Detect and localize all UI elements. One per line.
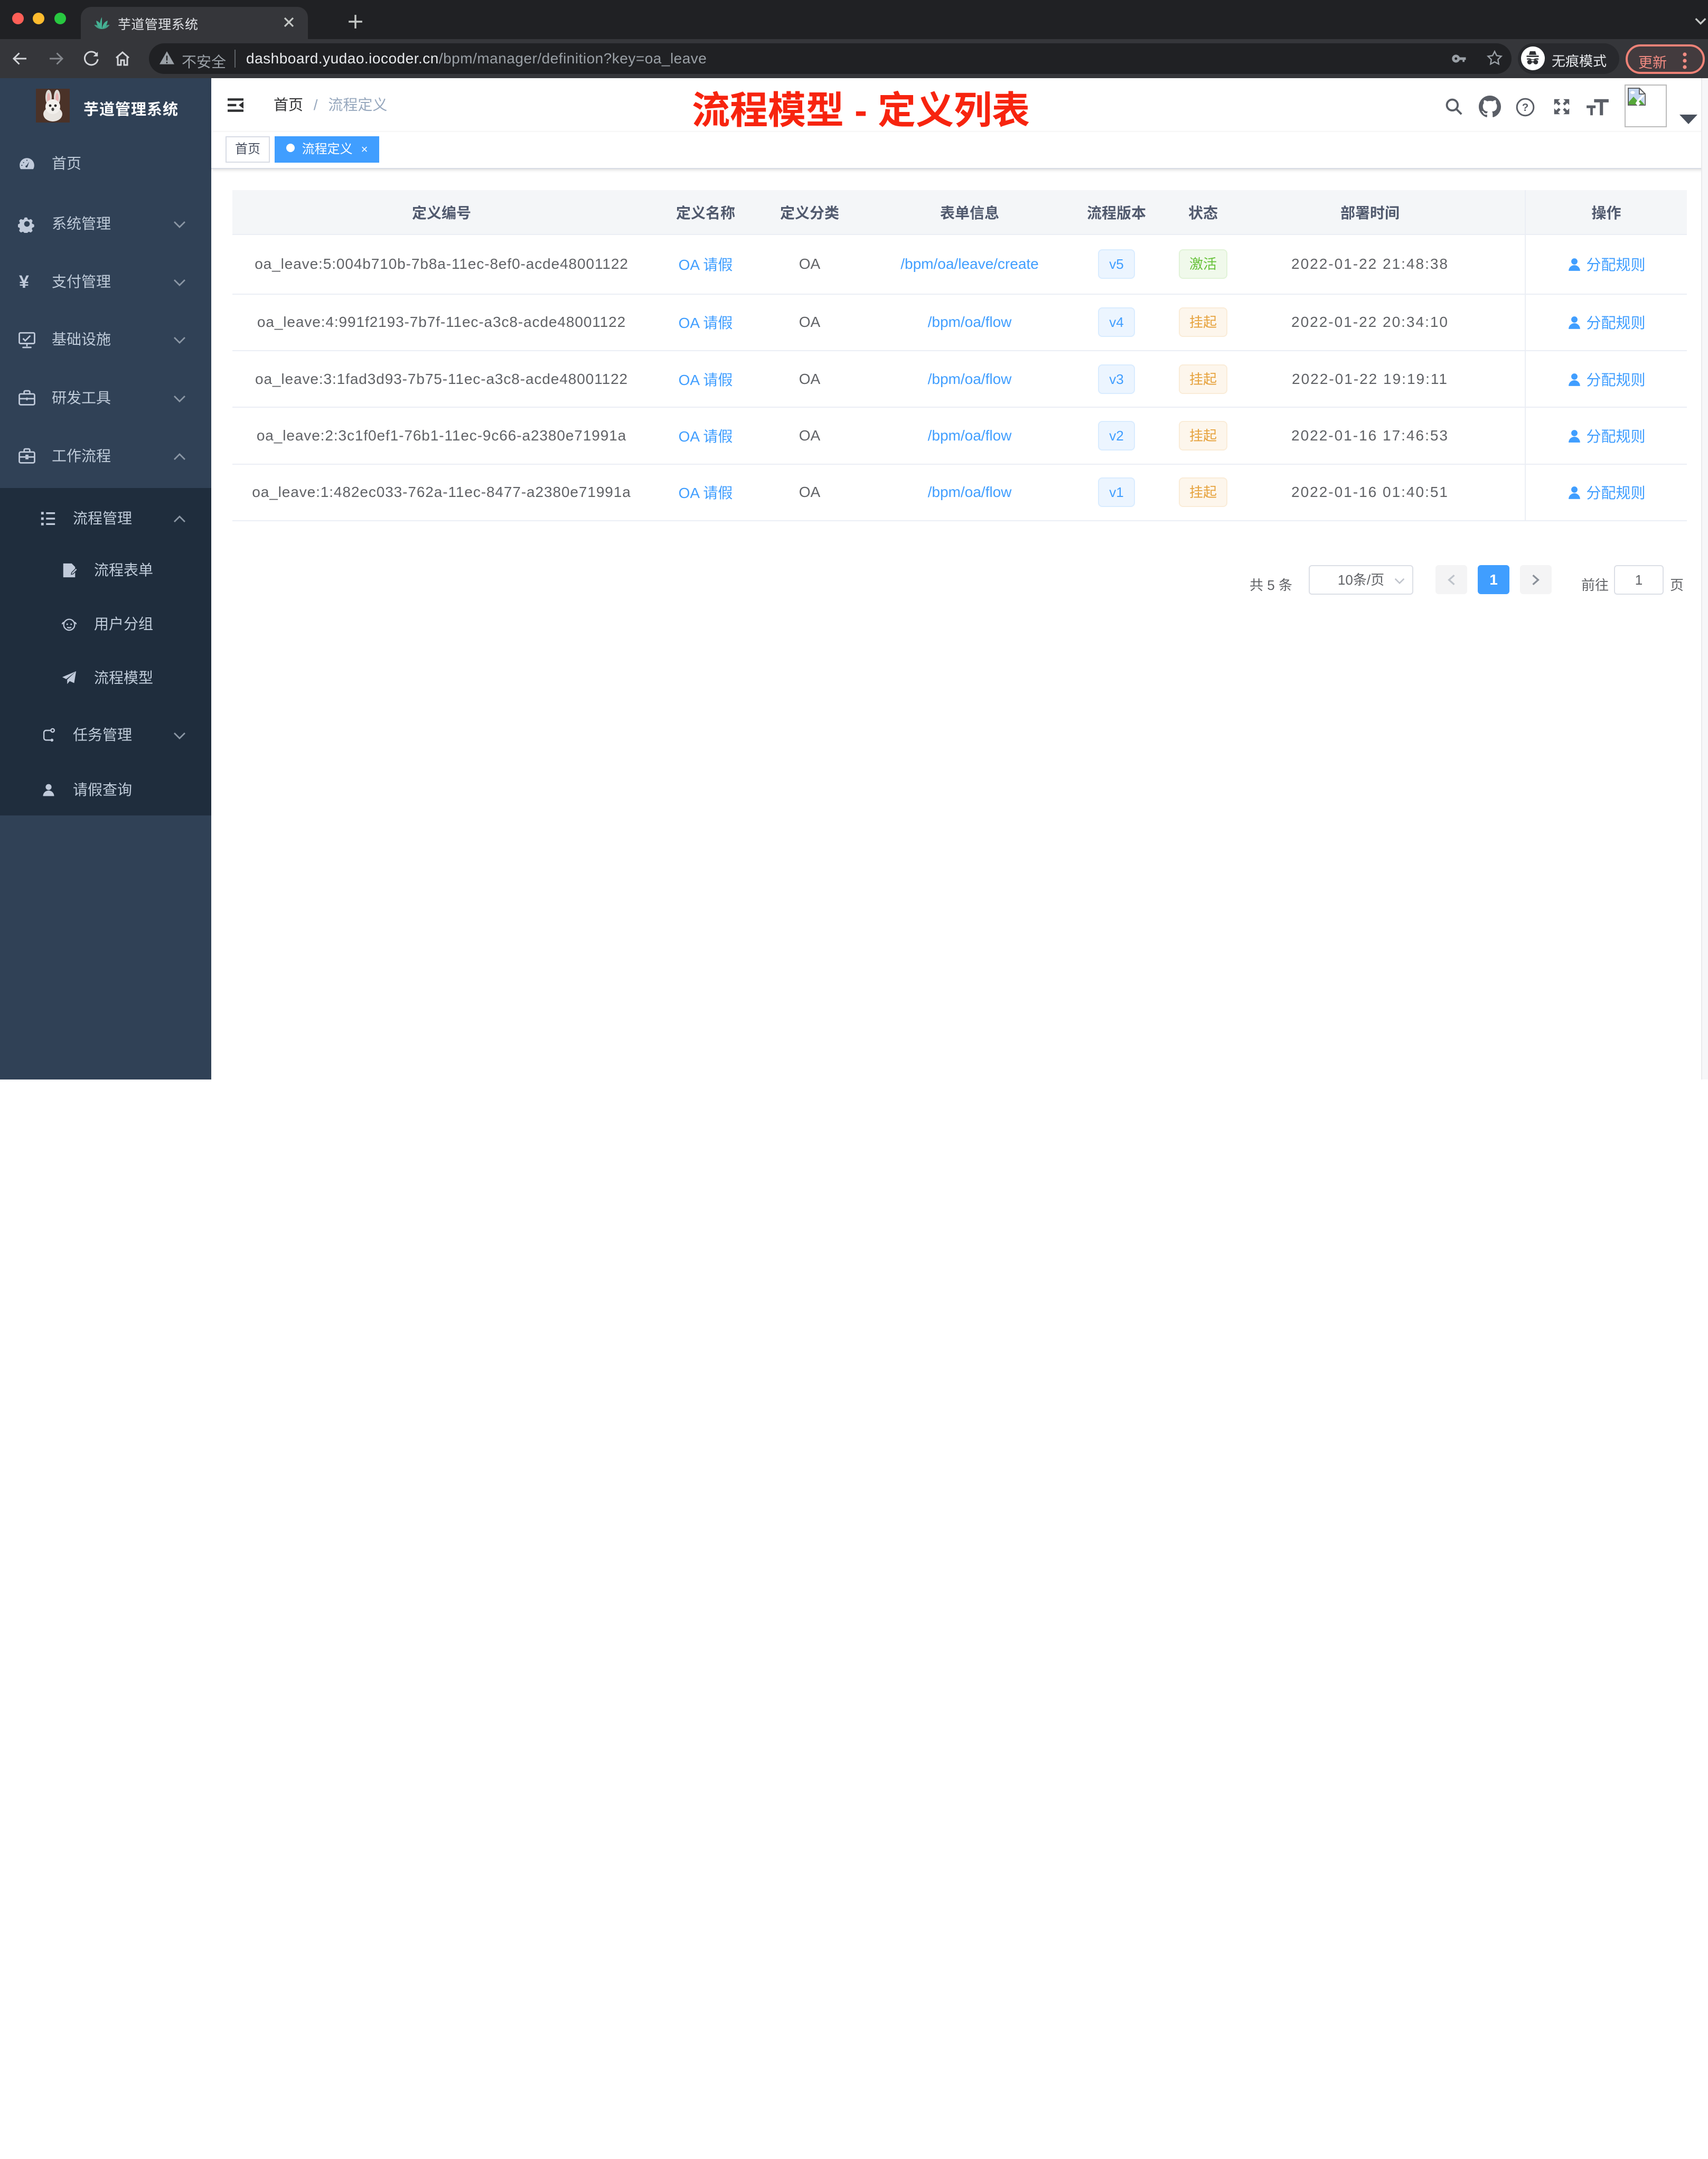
svg-text:?: ?: [1522, 101, 1529, 114]
